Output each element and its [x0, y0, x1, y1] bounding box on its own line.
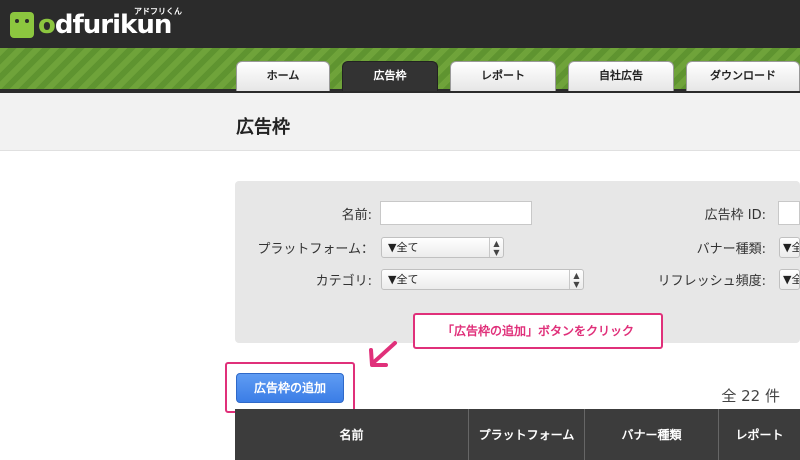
platform-value: ▼全て	[388, 241, 419, 254]
app-logo[interactable]: odfurikun アドフリくん	[10, 7, 182, 42]
tab-own-ads[interactable]: 自社広告	[568, 61, 674, 91]
category-value: ▼全て	[388, 273, 419, 286]
tab-reports[interactable]: レポート	[450, 61, 556, 91]
platform-select[interactable]: ▼全て ▲ ▼	[381, 237, 504, 258]
slot-id-input[interactable]	[778, 201, 800, 225]
robot-icon	[10, 12, 34, 38]
column-header-platform[interactable]: プラットフォーム	[469, 409, 585, 460]
refresh-label: リフレッシュ頻度:	[657, 274, 766, 289]
logo-prefix: o	[38, 10, 56, 40]
category-select[interactable]: ▼全て ▲ ▼	[381, 269, 584, 290]
select-arrows-icon: ▲ ▼	[489, 238, 503, 257]
name-input[interactable]	[380, 201, 532, 225]
platform-label: プラットフォーム：	[257, 242, 374, 257]
name-label: 名前:	[341, 208, 372, 223]
select-arrows-icon: ▲ ▼	[569, 270, 583, 289]
refresh-select[interactable]: ▼全	[779, 269, 800, 290]
category-label: カテゴリ:	[315, 274, 372, 289]
slot-id-label: 広告枠 ID:	[704, 208, 766, 223]
pointer-arrow-icon	[369, 341, 397, 367]
banner-type-value: ▼全	[783, 241, 799, 254]
column-header-report[interactable]: レポート	[719, 409, 800, 460]
tab-download[interactable]: ダウンロード	[686, 61, 800, 91]
refresh-value: ▼全	[783, 273, 799, 286]
logo-subtitle: アドフリくん	[134, 7, 182, 16]
instruction-callout: 「広告枠の追加」ボタンをクリック	[413, 313, 663, 349]
result-count: 全 22 件	[721, 387, 780, 405]
tab-home[interactable]: ホーム	[236, 61, 330, 91]
title-band	[0, 93, 800, 151]
column-header-name[interactable]: 名前	[235, 409, 469, 460]
banner-type-label: バナー種類:	[696, 242, 766, 257]
tab-ad-slots[interactable]: 広告枠	[342, 61, 438, 91]
add-slot-button[interactable]: 広告枠の追加	[236, 373, 344, 403]
column-header-banner-type[interactable]: バナー種類	[585, 409, 719, 460]
page-title: 広告枠	[236, 117, 290, 138]
banner-type-select[interactable]: ▼全	[779, 237, 800, 258]
